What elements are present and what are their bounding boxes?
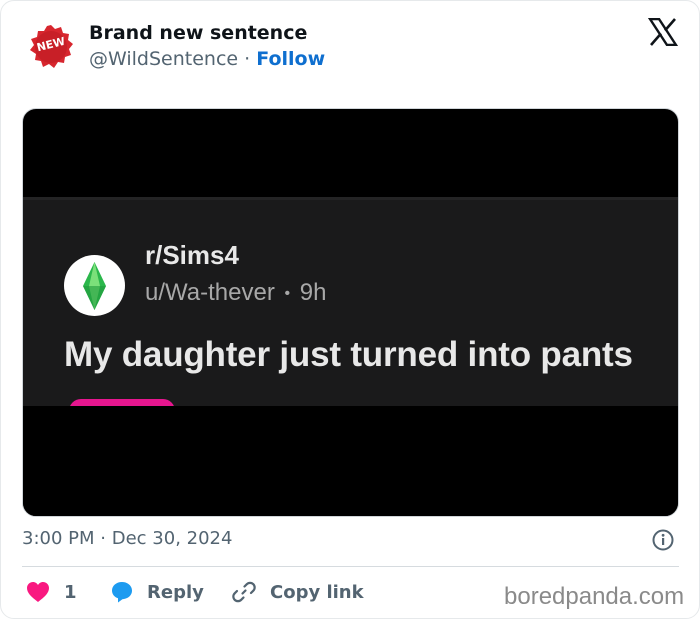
tweet-media[interactable]: r/Sims4 u/Wa-thever • 9h My daughter jus…	[22, 108, 679, 517]
subreddit-name: r/Sims4	[145, 240, 239, 270]
reply-label: Reply	[147, 581, 204, 603]
post-meta: u/Wa-thever • 9h	[145, 279, 326, 307]
author-avatar[interactable]: NEW	[28, 24, 74, 70]
follow-button[interactable]: Follow	[256, 48, 325, 70]
tweet-time: 3:00 PM	[22, 528, 95, 549]
author-line: @WildSentence · Follow	[89, 48, 325, 70]
author-handle[interactable]: @WildSentence	[89, 48, 238, 70]
reply-bubble-icon	[112, 582, 132, 603]
meta-separator: •	[284, 284, 291, 302]
subreddit-avatar	[64, 255, 125, 316]
copy-link-button[interactable]: Copy link	[232, 577, 364, 607]
like-button[interactable]: 1	[26, 577, 77, 607]
post-age: 9h	[299, 279, 327, 306]
handle-separator: ·	[244, 48, 251, 70]
tweet-date: Dec 30, 2024	[111, 528, 233, 549]
like-count: 1	[64, 581, 77, 603]
link-icon	[232, 581, 256, 603]
post-title: My daughter just turned into pants	[64, 335, 633, 374]
author-name[interactable]: Brand new sentence	[89, 22, 307, 44]
watermark: boredpanda.com	[504, 583, 685, 610]
copy-link-label: Copy link	[270, 581, 364, 603]
tweet-timestamp[interactable]: 3:00 PM · Dec 30, 2024	[22, 528, 232, 549]
plumbob-icon	[83, 262, 106, 310]
info-icon[interactable]	[652, 529, 674, 551]
media-bottom-area	[23, 406, 678, 516]
divider	[22, 566, 679, 567]
heart-icon	[27, 582, 49, 602]
reply-button[interactable]: Reply	[110, 577, 204, 607]
timestamp-separator: ·	[100, 528, 106, 549]
post-user: u/Wa-thever	[145, 279, 275, 306]
x-logo-icon[interactable]	[648, 18, 678, 46]
